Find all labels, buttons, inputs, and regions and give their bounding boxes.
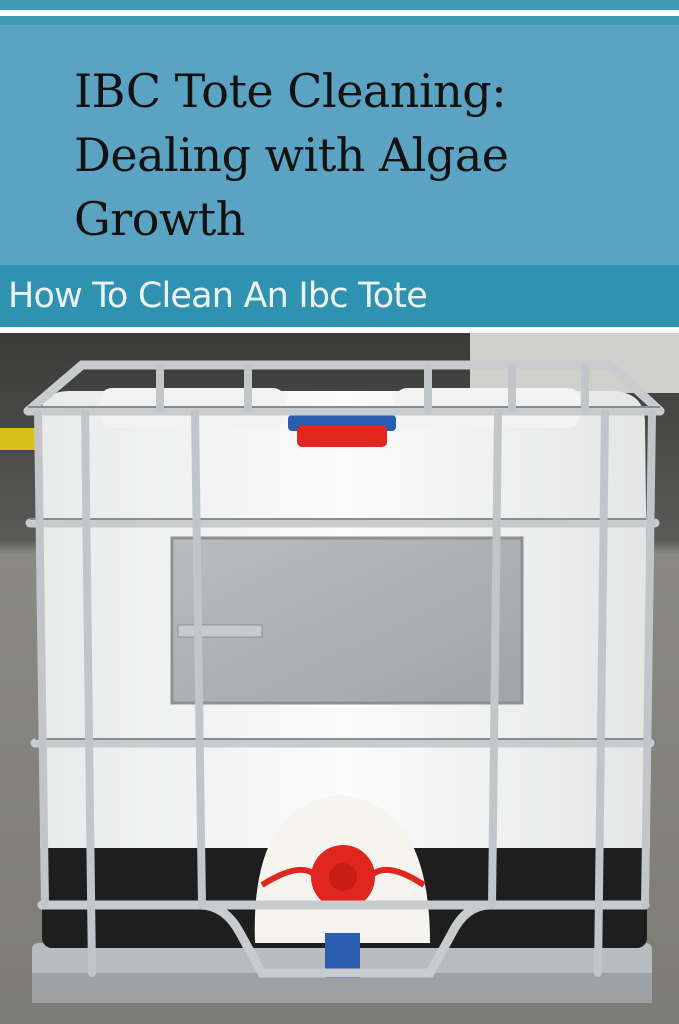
title-banner: IBC Tote Cleaning: Dealing with Algae Gr… xyxy=(0,25,679,265)
page-title: IBC Tote Cleaning: Dealing with Algae Gr… xyxy=(74,64,509,246)
top-accent-bar xyxy=(0,0,679,10)
ibc-tote-photo xyxy=(0,333,679,1024)
page-subtitle: How To Clean An Ibc Tote xyxy=(8,276,428,316)
subtitle-banner: How To Clean An Ibc Tote xyxy=(0,265,679,327)
top-accent-line xyxy=(0,16,679,25)
ibc-tote-icon xyxy=(0,333,679,1024)
